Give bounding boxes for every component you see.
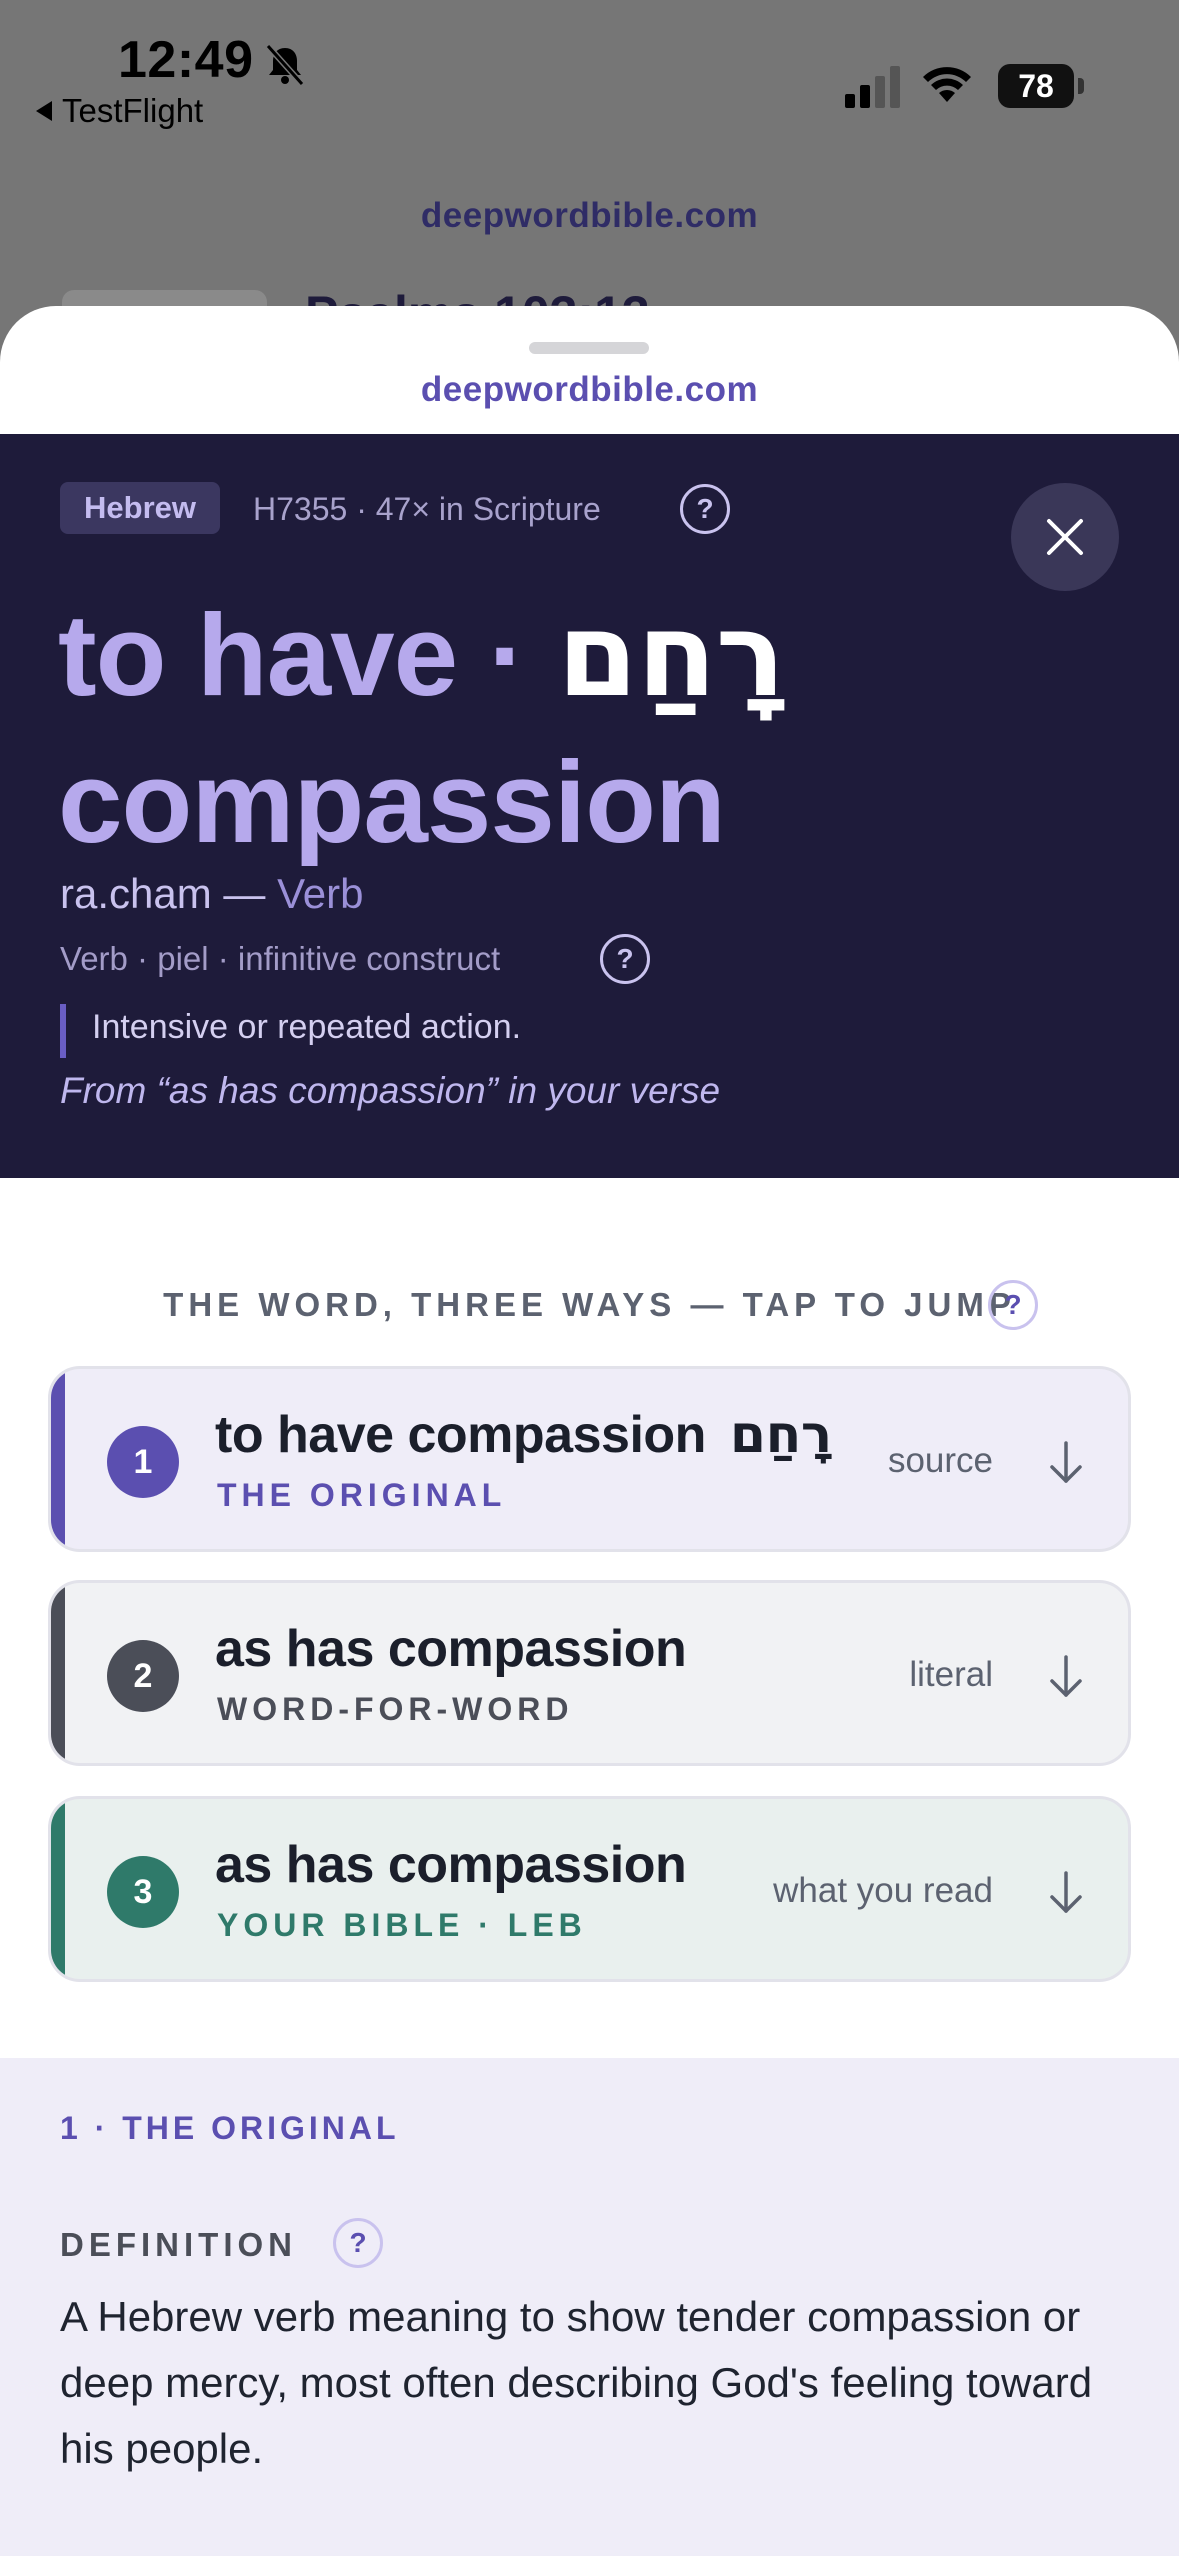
transliteration-line: ra.cham — Verb xyxy=(60,870,363,918)
headword: to have · רָחַם compassion xyxy=(58,582,1058,875)
arrow-down-icon xyxy=(1050,1655,1082,1697)
way-number: 2 xyxy=(107,1640,179,1712)
arrow-down-icon xyxy=(1050,1441,1082,1483)
way-card-literal[interactable]: 2 as has compassion WORD-FOR-WORD litera… xyxy=(48,1580,1131,1766)
way-word: as has compassion xyxy=(215,1836,687,1894)
definition-help-icon[interactable]: ? xyxy=(333,2218,383,2268)
way-word-text: to have compassion xyxy=(215,1406,706,1464)
definition-label: DEFINITION xyxy=(60,2226,297,2263)
headword-gloss-first: to have xyxy=(58,590,489,720)
meta-help-icon[interactable]: ? xyxy=(680,484,730,534)
sheet-grabber[interactable] xyxy=(529,342,649,354)
way-card-your-bible[interactable]: 3 as has compassion YOUR BIBLE · LEB wha… xyxy=(48,1796,1131,1982)
way-tag: literal xyxy=(909,1655,993,1694)
part-of-speech: Verb xyxy=(277,870,364,917)
transliteration: ra.cham xyxy=(60,870,212,917)
back-triangle-icon xyxy=(36,101,52,121)
language-badge: Hebrew xyxy=(60,482,220,534)
way-word: as has compassion xyxy=(215,1620,687,1678)
way-subtitle: THE ORIGINAL xyxy=(217,1477,507,1513)
stem-note: Intensive or repeated action. xyxy=(92,1008,522,1046)
strongs-meta: H7355 · 47× in Scripture xyxy=(253,491,601,527)
three-ways-help-icon[interactable]: ? xyxy=(988,1280,1038,1330)
translit-dash: — xyxy=(223,870,266,917)
way-tag: what you read xyxy=(773,1871,993,1910)
close-button[interactable] xyxy=(1011,483,1119,591)
parsing-help-icon[interactable]: ? xyxy=(600,934,650,984)
headword-hebrew: רָחַם xyxy=(557,588,785,723)
signal-icon xyxy=(845,66,900,108)
battery-nub xyxy=(1078,78,1084,94)
wifi-icon xyxy=(923,67,971,102)
word-sheet: deepwordbible.com Hebrew H7355 · 47× in … xyxy=(0,306,1179,2556)
word-header: Hebrew H7355 · 47× in Scripture ? to hav… xyxy=(0,434,1179,1178)
parsing: Verb · piel · infinitive construct xyxy=(60,940,501,977)
from-verse-line: From “as has compassion” in your verse xyxy=(60,1070,721,1111)
back-app-label: TestFlight xyxy=(62,92,204,129)
background-url: deepwordbible.com xyxy=(420,196,759,235)
bell-slash-icon xyxy=(265,43,305,87)
way-hebrew: רָחַם xyxy=(729,1405,832,1465)
way-subtitle: YOUR BIBLE · LEB xyxy=(217,1907,587,1943)
way-tag: source xyxy=(887,1441,993,1480)
way-accent xyxy=(51,1583,65,1763)
status-bar: 12:49 TestFlight 78 xyxy=(0,0,1179,140)
headword-separator: · xyxy=(488,590,527,720)
definition-text: A Hebrew verb meaning to show tender com… xyxy=(60,2293,1093,2472)
headword-gloss-second: compassion xyxy=(58,737,726,867)
status-time: 12:49 xyxy=(118,31,254,89)
battery-indicator: 78 xyxy=(998,64,1074,108)
way-number: 1 xyxy=(107,1426,179,1498)
way-number: 3 xyxy=(107,1856,179,1928)
arrow-down-icon xyxy=(1050,1871,1082,1913)
close-icon xyxy=(1047,519,1083,555)
sheet-url: deepwordbible.com xyxy=(420,370,759,409)
original-section-label: 1 · THE ORIGINAL xyxy=(60,2110,400,2146)
way-card-original[interactable]: 1 to have compassion רָחַם THE ORIGINAL s… xyxy=(48,1366,1131,1552)
way-accent xyxy=(51,1799,65,1979)
original-section: 1 · THE ORIGINAL DEFINITION ? A Hebrew v… xyxy=(0,2058,1179,2556)
way-subtitle: WORD-FOR-WORD xyxy=(217,1691,574,1727)
way-word: to have compassion רָחַם xyxy=(215,1405,832,1465)
back-to-app-link[interactable]: TestFlight xyxy=(36,92,203,130)
way-accent xyxy=(51,1369,65,1549)
note-accent-bar xyxy=(60,1004,66,1058)
